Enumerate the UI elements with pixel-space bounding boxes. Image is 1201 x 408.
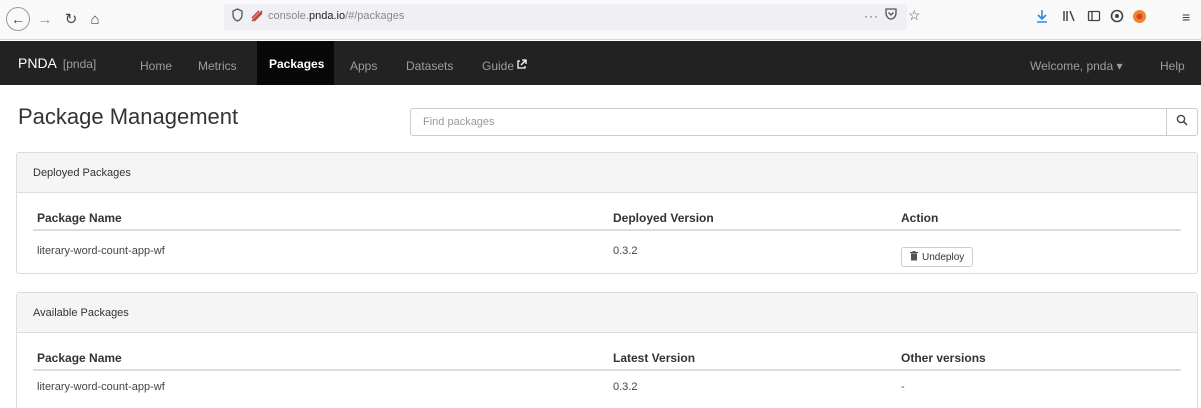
header-divider bbox=[33, 229, 1181, 231]
forward-arrow-icon[interactable]: → bbox=[34, 8, 56, 30]
search-icon bbox=[1176, 113, 1188, 131]
search-input[interactable] bbox=[410, 108, 1167, 136]
column-header: Package Name bbox=[37, 351, 122, 365]
package-name-cell: literary-word-count-app-wf bbox=[37, 381, 165, 393]
nav-guide[interactable]: Guide bbox=[482, 59, 527, 73]
header-divider bbox=[33, 369, 1181, 371]
version-cell: 0.3.2 bbox=[613, 381, 638, 393]
search-button[interactable] bbox=[1166, 108, 1198, 136]
download-icon[interactable] bbox=[1036, 9, 1048, 26]
undeploy-label: Undeploy bbox=[922, 251, 965, 263]
top-navbar bbox=[0, 41, 1201, 85]
url-text[interactable]: console.pnda.io/#/packages bbox=[268, 10, 404, 22]
deployed-packages-panel: Deployed Packages Package Name Deployed … bbox=[16, 152, 1198, 274]
shield-icon[interactable] bbox=[232, 8, 244, 24]
pocket-icon[interactable] bbox=[884, 7, 898, 24]
panel-heading: Available Packages bbox=[17, 293, 1197, 333]
nav-datasets[interactable]: Datasets bbox=[406, 59, 453, 73]
menu-icon[interactable]: ≡ bbox=[1182, 9, 1190, 25]
panel-heading: Deployed Packages bbox=[17, 153, 1197, 193]
address-bar[interactable]: console.pnda.io/#/packages ··· ☆ bbox=[224, 4, 921, 30]
brand[interactable]: PNDA [pnda] bbox=[18, 55, 96, 71]
undeploy-button[interactable]: Undeploy bbox=[901, 247, 974, 267]
url-prefix: console. bbox=[268, 10, 309, 22]
version-cell: 0.3.2 bbox=[613, 245, 638, 257]
library-icon[interactable] bbox=[1062, 9, 1076, 26]
extension-icon[interactable] bbox=[1110, 9, 1124, 26]
brand-name: PNDA bbox=[18, 55, 57, 71]
home-icon[interactable]: ⌂ bbox=[84, 8, 106, 30]
column-header: Action bbox=[901, 211, 939, 225]
user-menu[interactable]: Welcome, pnda ▾ bbox=[1030, 59, 1123, 73]
nav-metrics[interactable]: Metrics bbox=[198, 59, 237, 73]
package-name-cell: literary-word-count-app-wf bbox=[37, 245, 165, 257]
brand-sub: [pnda] bbox=[62, 57, 97, 71]
available-packages-panel: Available Packages Package Name Latest V… bbox=[16, 292, 1198, 408]
other-versions-cell: - bbox=[901, 381, 905, 393]
url-path: /#/packages bbox=[345, 10, 405, 22]
site-security-icon[interactable] bbox=[250, 9, 264, 26]
page-title: Package Management bbox=[18, 104, 239, 129]
column-header: Latest Version bbox=[613, 351, 696, 365]
column-header: Deployed Version bbox=[613, 211, 714, 225]
page-actions-icon[interactable]: ··· bbox=[864, 9, 879, 23]
reload-icon[interactable]: ↻ bbox=[60, 8, 82, 30]
nav-packages-label: Packages bbox=[269, 57, 325, 71]
nav-packages[interactable]: Packages bbox=[257, 41, 334, 85]
nav-home[interactable]: Home bbox=[140, 59, 172, 73]
sidebar-icon[interactable] bbox=[1087, 9, 1101, 26]
browser-toolbar: ← → ↻ ⌂ console.pnda.io/#/packages ··· ☆… bbox=[0, 0, 1201, 40]
nav-guide-label: Guide bbox=[482, 59, 515, 73]
firefox-account-icon[interactable] bbox=[1132, 9, 1147, 27]
back-arrow-icon[interactable]: ← bbox=[6, 7, 30, 31]
bookmark-star-icon[interactable]: ☆ bbox=[908, 7, 921, 24]
column-header: Other versions bbox=[901, 351, 986, 365]
trash-icon bbox=[910, 250, 918, 264]
nav-apps[interactable]: Apps bbox=[350, 59, 377, 73]
nav-help[interactable]: Help bbox=[1160, 59, 1185, 73]
external-link-icon bbox=[516, 59, 527, 73]
url-domain: pnda.io bbox=[308, 10, 346, 22]
column-header: Package Name bbox=[37, 211, 122, 225]
